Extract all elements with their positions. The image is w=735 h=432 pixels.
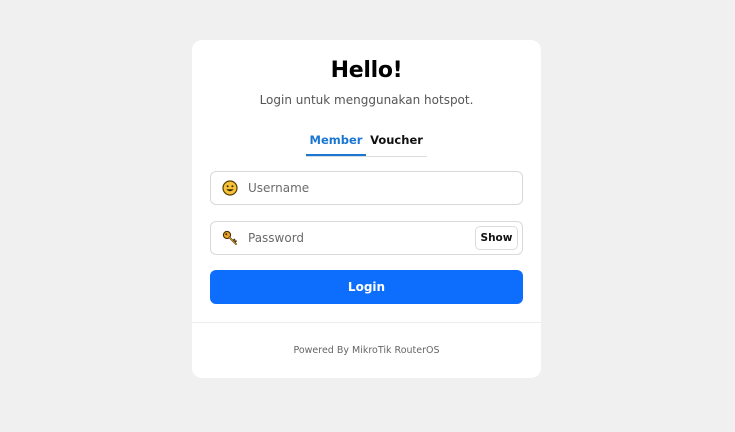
password-input[interactable] [248,222,468,254]
login-button[interactable]: Login [210,270,523,304]
key-icon [222,230,238,246]
show-password-button[interactable]: Show [475,226,518,250]
tab-bar: Member Voucher [306,130,427,157]
login-card: Hello! Login untuk menggunakan hotspot. … [192,40,541,378]
page-title: Hello! [330,58,403,83]
username-input[interactable] [248,172,468,204]
smiley-icon [222,180,238,196]
tab-member[interactable]: Member [306,130,366,156]
footer-text: Powered By MikroTik RouterOS [293,345,440,356]
page-subtitle: Login untuk menggunakan hotspot. [259,93,474,107]
tab-voucher[interactable]: Voucher [366,130,427,156]
username-field[interactable] [210,171,523,205]
divider [192,322,541,323]
password-field[interactable]: Show [210,221,523,255]
